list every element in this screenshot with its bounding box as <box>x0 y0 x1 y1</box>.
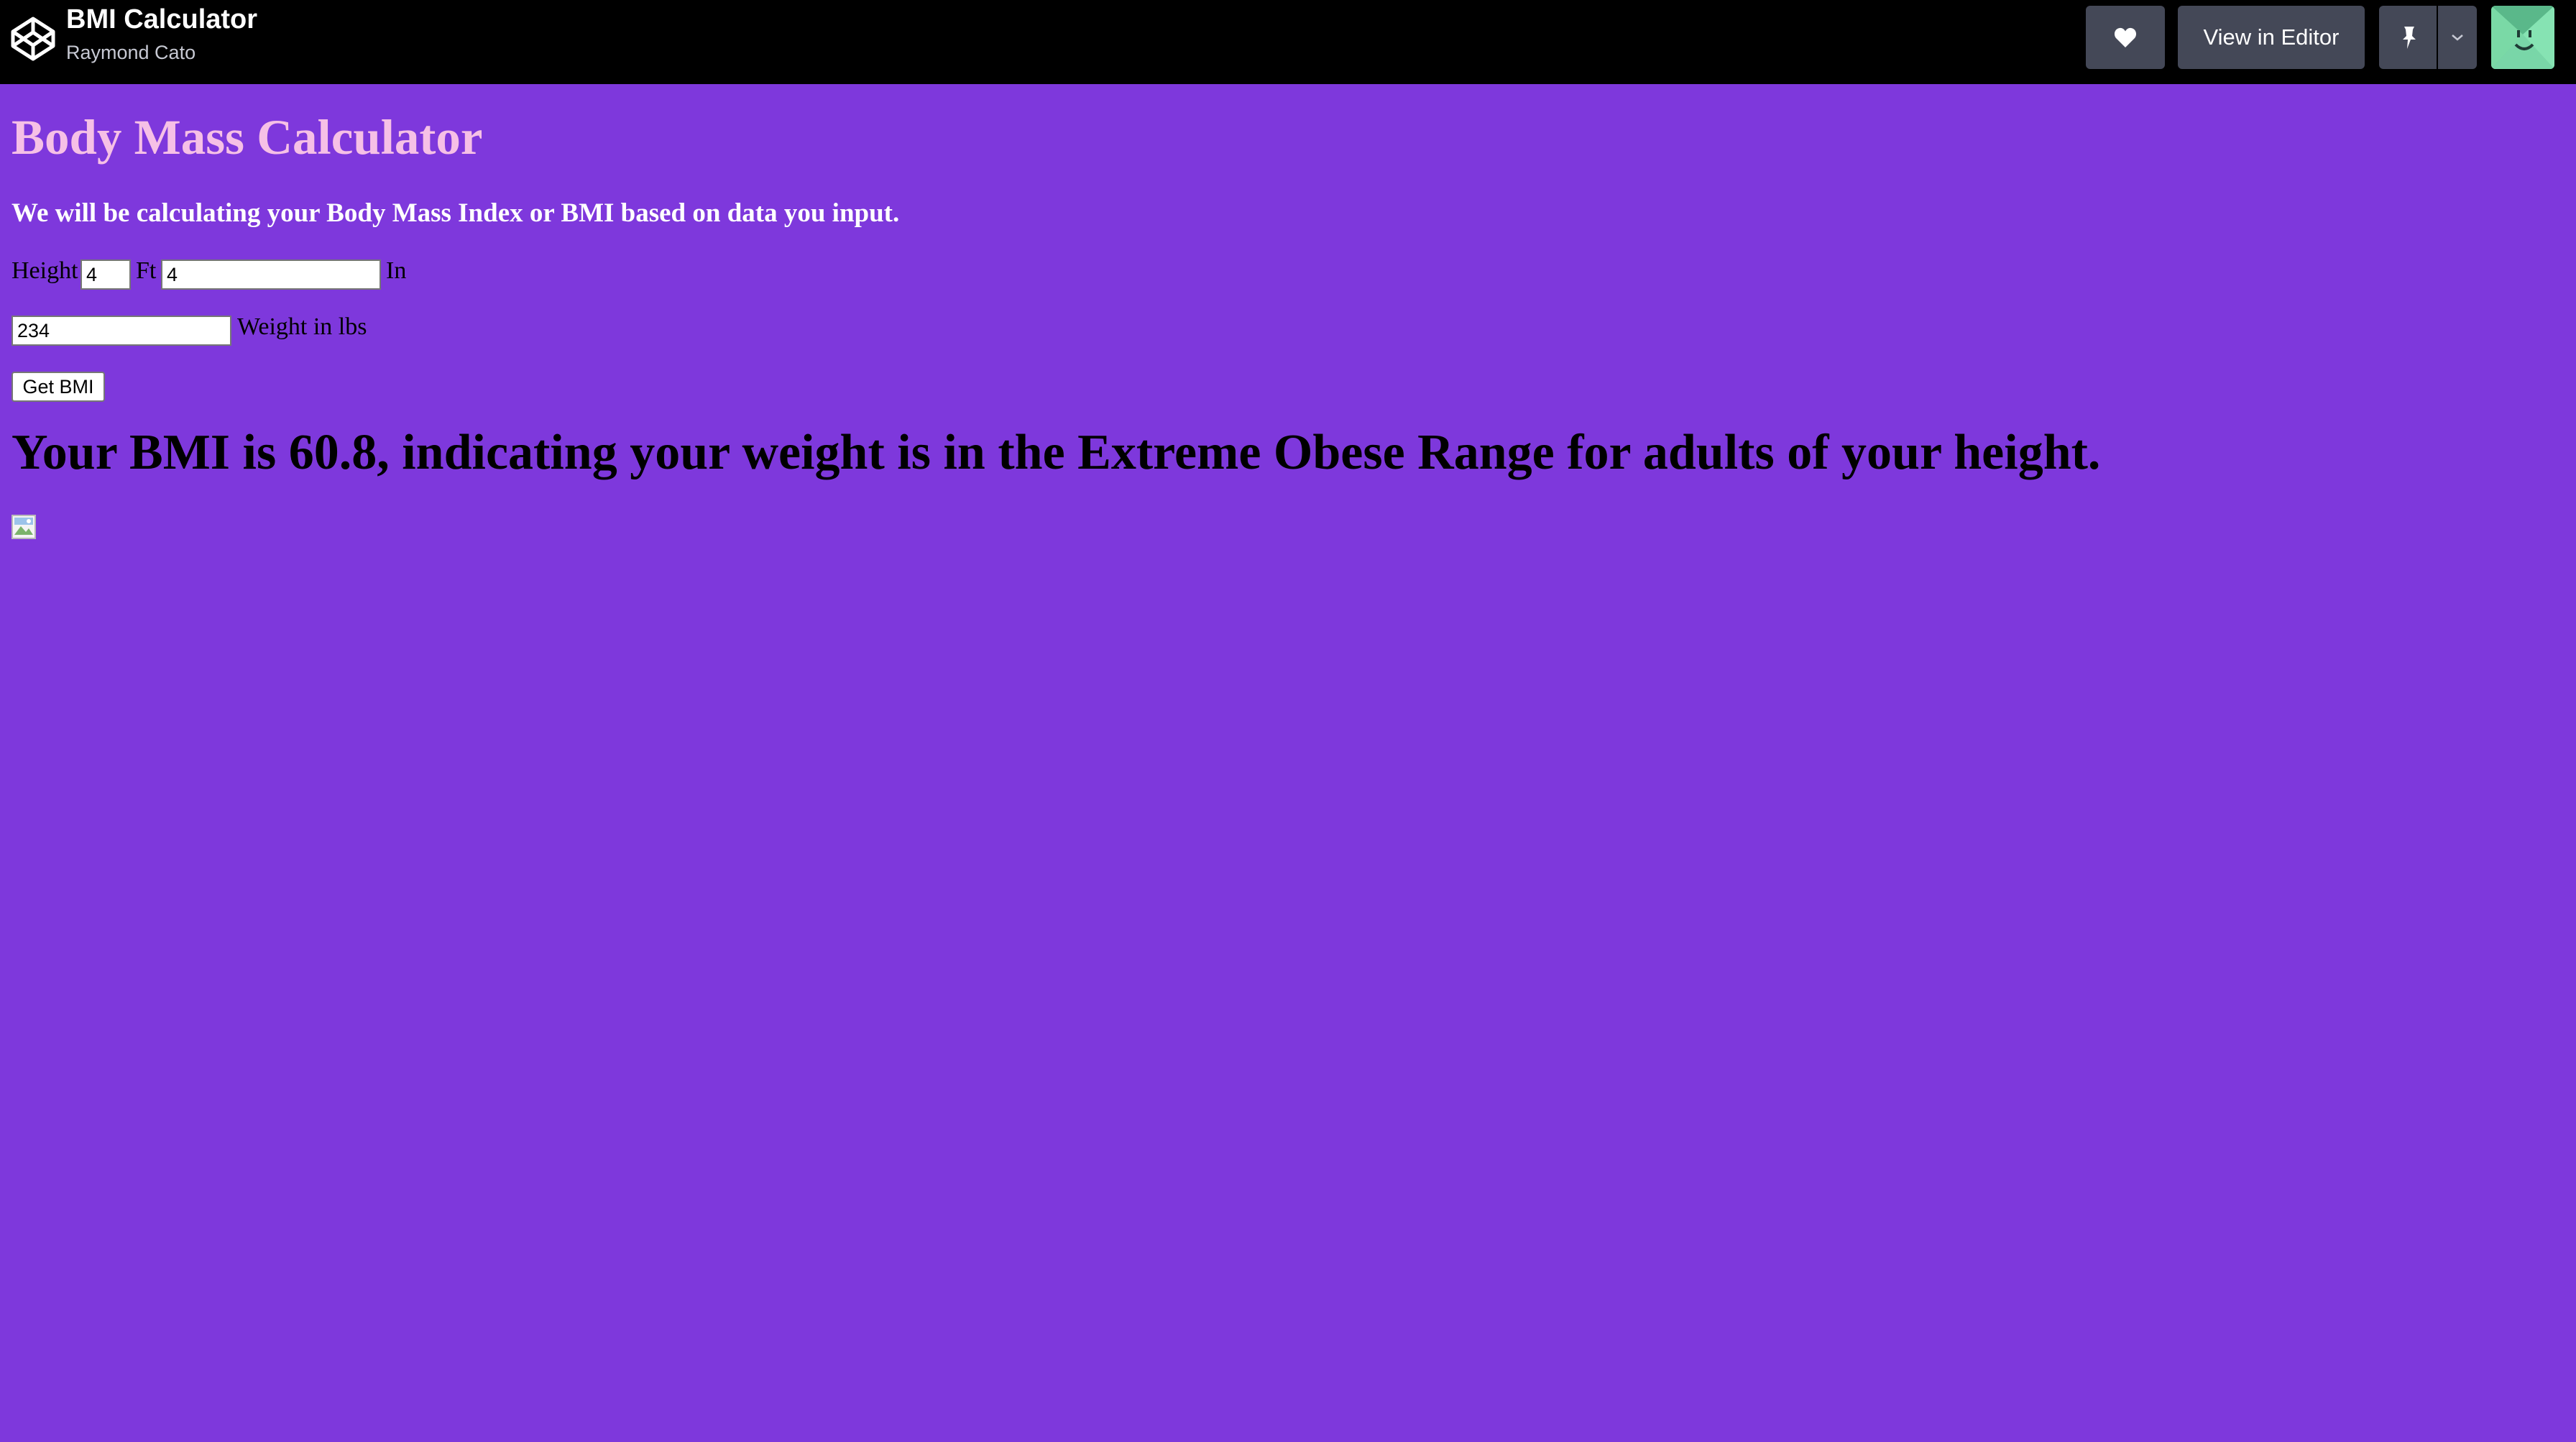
bmi-result-text: Your BMI is 60.8, indicating your weight… <box>12 425 2101 480</box>
avatar-image <box>2491 6 2554 69</box>
get-bmi-button[interactable]: Get BMI <box>12 372 105 402</box>
inches-unit-label: In <box>386 257 407 284</box>
pen-title: BMI Calculator <box>66 4 258 35</box>
like-button[interactable] <box>2086 6 2165 69</box>
height-inches-input[interactable] <box>161 260 381 290</box>
pin-dropdown-button[interactable] <box>2438 6 2477 69</box>
top-bar: BMI Calculator Raymond Cato View in Edit… <box>0 0 2576 84</box>
weight-label: Weight in lbs <box>237 313 367 340</box>
codepen-logo-icon[interactable] <box>10 16 56 62</box>
broken-image-icon <box>12 515 36 539</box>
height-feet-input[interactable] <box>80 260 131 290</box>
weight-input[interactable] <box>12 316 231 346</box>
page-title: Body Mass Calculator <box>12 110 483 165</box>
intro-text: We will be calculating your Body Mass In… <box>12 198 900 228</box>
height-label: Height <box>12 257 78 284</box>
author-name[interactable]: Raymond Cato <box>66 42 196 64</box>
pin-icon <box>2403 27 2416 49</box>
chevron-down-icon <box>2452 35 2463 41</box>
pin-button[interactable] <box>2379 6 2437 69</box>
view-in-editor-button[interactable]: View in Editor <box>2178 6 2365 69</box>
heart-icon <box>2114 27 2137 47</box>
feet-unit-label: Ft <box>136 257 157 284</box>
user-avatar[interactable] <box>2491 6 2554 69</box>
